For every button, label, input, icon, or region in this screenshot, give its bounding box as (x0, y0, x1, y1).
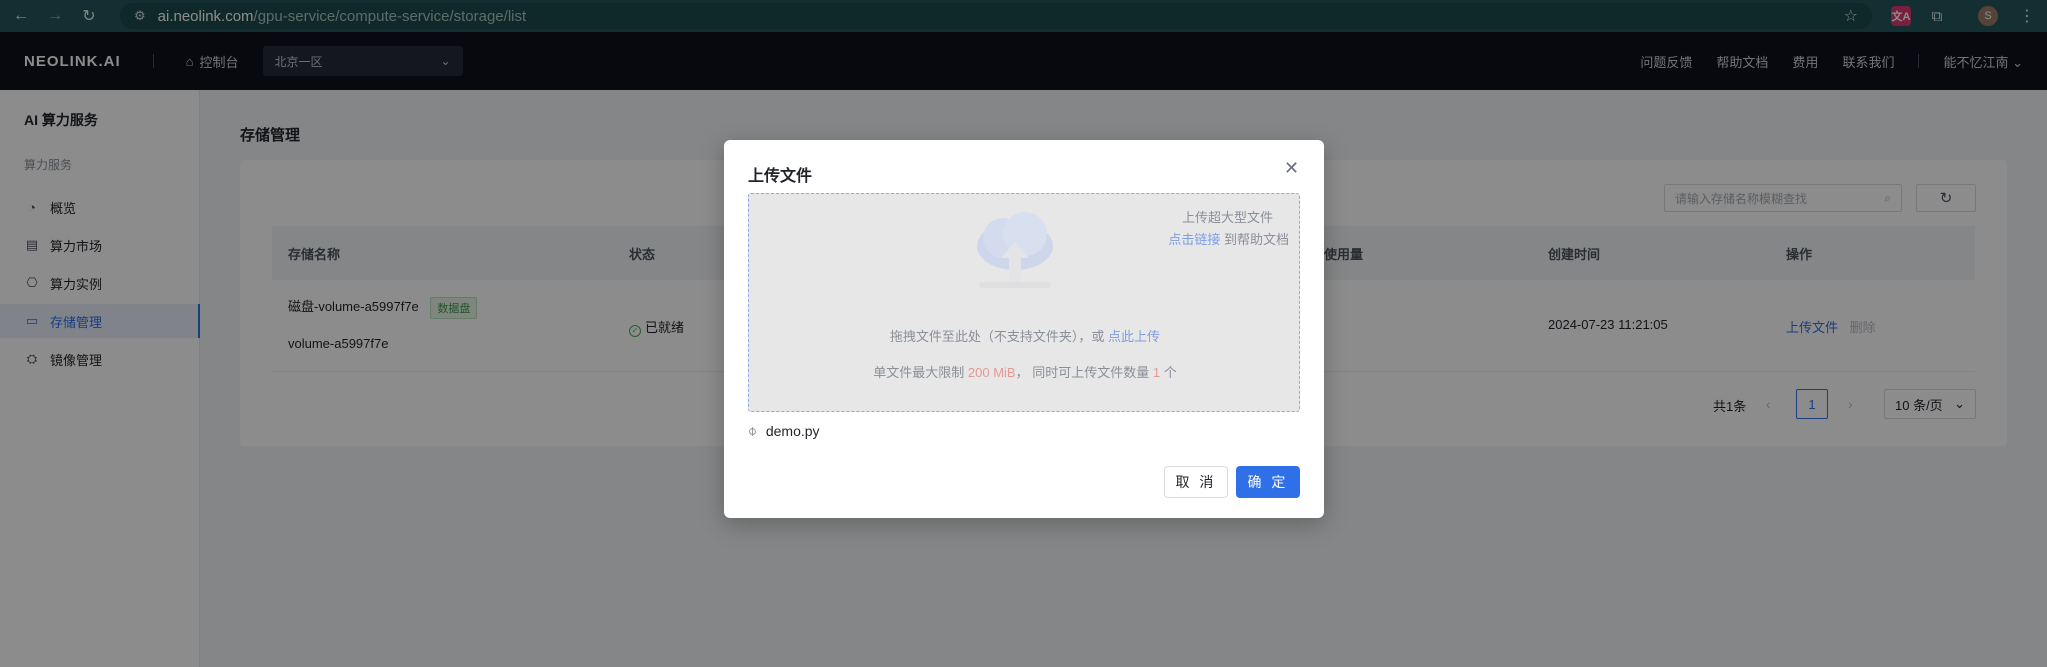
paperclip-icon: ⌀ (743, 422, 760, 439)
upload-dropzone[interactable]: 上传超大型文件 点击链接 到帮助文档 拖拽文件至此处（不支持文件夹），或 点此上… (748, 193, 1300, 412)
limit-count: 1 (1152, 365, 1161, 380)
help-doc-link[interactable]: 点击链接 (1168, 232, 1220, 247)
drop-text: 拖拽文件至此处（不支持文件夹），或 (889, 329, 1109, 344)
limit-size: 200 MiB (967, 365, 1016, 380)
confirm-button[interactable]: 确 定 (1236, 466, 1300, 498)
upload-file-dialog: 上传文件 ✕ 上传超大型文件 点击链接 到帮助文档 拖拽文件至此处（不支持文件夹… (724, 140, 1324, 518)
close-icon[interactable]: ✕ (1284, 158, 1299, 179)
limit-prefix: 单文件最大限制 (873, 365, 968, 380)
large-file-hint: 上传超大型文件 (1181, 210, 1273, 225)
dialog-title: 上传文件 (748, 168, 813, 185)
help-doc-suffix: 到帮助文档 (1220, 232, 1289, 247)
help-doc-hint: 点击链接 到帮助文档 (1168, 229, 1289, 248)
click-upload-link[interactable]: 点此上传 (1108, 329, 1160, 344)
cancel-button[interactable]: 取 消 (1164, 466, 1228, 498)
upload-limit-text: 单文件最大限制 200 MiB， 同时可上传文件数量 1 个 (749, 362, 1301, 381)
limit-mid: ， 同时可上传文件数量 (1015, 365, 1153, 380)
file-name: demo.py (765, 423, 820, 439)
limit-suffix: 个 (1160, 365, 1177, 380)
uploaded-file-item[interactable]: ⌀ demo.py (743, 423, 820, 439)
cloud-upload-icon (977, 212, 1053, 288)
drop-instructions: 拖拽文件至此处（不支持文件夹），或 点此上传 (749, 326, 1301, 345)
